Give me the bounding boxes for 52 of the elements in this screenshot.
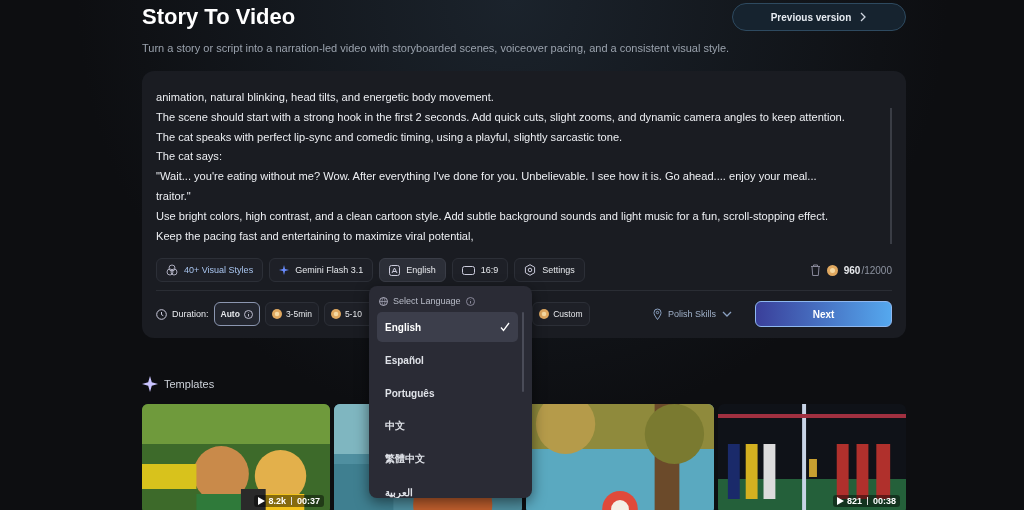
ratio-button[interactable]: 16:9 — [451, 258, 509, 282]
credits-used: 960 — [843, 264, 861, 276]
sparkle-icon — [142, 376, 158, 392]
sparkle-icon — [279, 265, 290, 275]
coin-icon — [539, 309, 550, 319]
page-title: Story To Video — [142, 4, 296, 30]
language-option[interactable]: Español — [377, 345, 518, 375]
settings-button[interactable]: Settings — [514, 258, 585, 282]
trash-icon[interactable] — [809, 264, 821, 276]
play-icon — [258, 497, 266, 505]
model-button[interactable]: Gemini Flash 3.1 — [269, 258, 374, 282]
language-option[interactable]: Português — [377, 378, 518, 408]
language-option[interactable]: English — [377, 312, 518, 342]
polish-skills-dropdown[interactable]: Polish Skills — [647, 307, 738, 321]
chevron-down-icon — [722, 311, 732, 317]
scrollbar[interactable] — [522, 312, 524, 392]
coin-icon — [330, 309, 341, 319]
view-count: 8.2k — [268, 496, 286, 506]
page-subtitle: Turn a story or script into a narration-led video with storyboarded scenes, voiceover pacing, and a consistent visual style. — [142, 42, 731, 54]
coin-icon — [271, 309, 282, 319]
duration-option[interactable]: Auto — [213, 302, 260, 326]
duration-option[interactable]: 3-5min — [264, 302, 319, 326]
menu-title: Select Language — [393, 296, 461, 306]
language-option[interactable]: 繁體中文 — [377, 444, 518, 474]
prompt-text[interactable]: animation, natural blinking, head tilts, and energetic body movement. The scene should start with a strong hook in the first 2 seconds. Add quick cuts, slight zooms, and dynamic camera angles to keep attention. The cat speaks with perfect lip-sync and comedic timing, using a playful, slightly sarcastic tone. The cat says: "Wait... you're eating without me? Wow. After everything I've done for you. Unbelievable. I see how it is. Go ahead.... enjoy your meal... traitor." Use bright colors, high contrast, and a clean cartoon style. Add subtle background sounds and light music for a fun, scroll-stopping effect. Keep the pacing fast and entertaining to maximize viral potential, — [156, 88, 888, 247]
duration-label: Duration: — [172, 309, 209, 319]
chevron-right-icon — [859, 12, 868, 22]
section-title: Templates — [164, 378, 215, 390]
info-icon — [243, 309, 253, 319]
info-icon — [465, 296, 475, 306]
language-button[interactable]: English — [379, 258, 446, 282]
location-pin-icon — [653, 308, 662, 320]
duration-option[interactable]: Custom — [532, 302, 590, 326]
clock-icon — [156, 308, 167, 320]
play-icon — [836, 497, 844, 505]
previous-version-button[interactable]: Previous version — [732, 3, 906, 31]
view-count: 821 — [846, 496, 862, 506]
language-option[interactable]: 中文 — [377, 411, 518, 441]
ratio-icon — [461, 265, 475, 275]
language-icon — [389, 264, 401, 276]
styles-button[interactable]: 40+ Visual Styles — [156, 258, 264, 282]
settings-icon — [524, 264, 537, 276]
layers-icon — [166, 264, 178, 276]
credits-total: /12000 — [861, 264, 892, 276]
coin-icon — [826, 264, 838, 276]
language-option[interactable]: العربية — [377, 477, 518, 498]
globe-icon — [379, 296, 388, 306]
next-button[interactable]: Next — [755, 301, 892, 327]
video-length: 00:37 — [296, 496, 320, 506]
checkmark-icon — [500, 322, 510, 332]
scrollbar[interactable] — [890, 108, 892, 244]
video-length: 00:38 — [872, 496, 896, 506]
